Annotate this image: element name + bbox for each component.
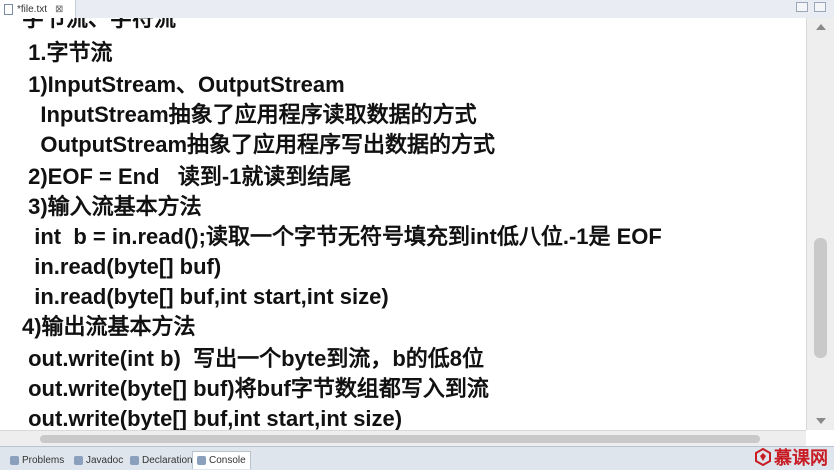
javadoc-icon <box>74 455 83 465</box>
watermark-logo: 慕课网 <box>755 444 828 470</box>
editor-line: 1)InputStream、OutputStream <box>22 72 345 97</box>
tab-javadoc[interactable]: Javadoc <box>70 451 127 469</box>
tab-label: Javadoc <box>86 454 124 466</box>
vertical-scroll-thumb[interactable] <box>814 238 827 358</box>
scroll-down-icon[interactable] <box>816 418 826 424</box>
tab-declaration[interactable]: Declaration <box>126 451 197 469</box>
editor-line: InputStream抽象了应用程序读取数据的方式 <box>22 102 477 127</box>
bottom-view-tabs: Problems Javadoc Declaration Console <box>0 446 834 470</box>
editor-line: OutputStream抽象了应用程序写出数据的方式 <box>22 132 496 157</box>
editor-line: in.read(byte[] buf,int start,int size) <box>22 284 389 309</box>
editor-line: 2)EOF = End 读到-1就读到结尾 <box>22 164 352 189</box>
console-icon <box>197 456 206 465</box>
tab-label: Problems <box>22 454 65 466</box>
editor-line: 3)输入流基本方法 <box>22 194 202 219</box>
tab-file-txt[interactable]: *file.txt ⊠ <box>0 0 76 18</box>
editor-line: int b = in.read();读取一个字节无符号填充到int低八位.-1是… <box>22 224 662 249</box>
editor-tab-bar: *file.txt ⊠ <box>0 0 834 19</box>
horizontal-scrollbar[interactable] <box>0 430 806 446</box>
editor-line: out.write(byte[] buf)将buf字节数组都写入到流 <box>22 376 489 401</box>
minimize-icon[interactable] <box>796 2 808 12</box>
horizontal-scroll-thumb[interactable] <box>40 435 760 443</box>
tab-label: Declaration <box>142 454 193 466</box>
editor-line: 字节流、字符流 <box>22 18 177 31</box>
editor-line: in.read(byte[] buf) <box>22 254 222 279</box>
tab-console[interactable]: Console <box>192 451 251 469</box>
scroll-up-icon[interactable] <box>816 24 826 30</box>
tab-problems[interactable]: Problems <box>6 451 68 469</box>
text-editor[interactable]: 字节流、字符流 1.字节流 1)InputStream、OutputStream… <box>0 18 806 430</box>
maximize-icon[interactable] <box>814 2 826 12</box>
editor-line: out.write(byte[] buf,int start,int size) <box>22 406 403 430</box>
editor-line: 1.字节流 <box>22 40 113 65</box>
editor-line: out.write(int b) 写出一个byte到流，b的低8位 <box>22 346 484 371</box>
tab-title: *file.txt <box>17 3 48 15</box>
tab-label: Console <box>209 455 246 466</box>
text-file-icon <box>4 3 13 15</box>
vertical-scrollbar[interactable] <box>806 18 834 430</box>
problems-icon <box>10 455 19 465</box>
close-icon[interactable]: ⊠ <box>55 4 63 15</box>
window-controls <box>796 2 826 12</box>
declaration-icon <box>130 455 139 465</box>
editor-line: 4)输出流基本方法 <box>22 314 196 339</box>
logo-icon <box>755 448 771 466</box>
logo-text: 慕课网 <box>774 448 828 469</box>
